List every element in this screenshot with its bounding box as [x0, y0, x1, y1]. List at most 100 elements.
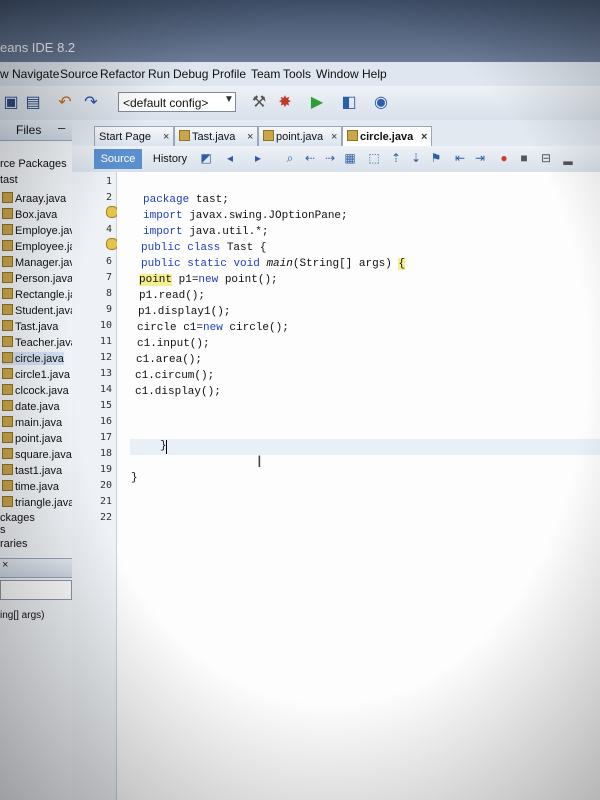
java-file-icon: [2, 432, 13, 443]
tab-circle-java[interactable]: circle.java ×: [342, 126, 432, 146]
tree-file[interactable]: date.java: [2, 400, 60, 413]
menu-refactor[interactable]: Refactor: [100, 67, 145, 81]
toolbar: ▣ ▤ ↶ ↷ <default config> ▼ ⚒ ✸ ▶ ◧ ◉: [0, 86, 600, 121]
next-bookmark-icon[interactable]: ⇣: [408, 150, 424, 166]
code-line: }: [131, 472, 138, 484]
run-icon[interactable]: ▶: [306, 91, 328, 113]
tree-file[interactable]: Person.java: [2, 272, 73, 285]
tree-file[interactable]: triangle.java: [2, 496, 74, 509]
close-icon[interactable]: ×: [247, 127, 253, 147]
back-icon[interactable]: ◂: [222, 150, 238, 166]
toggle-bookmark-icon[interactable]: ⚑: [428, 150, 444, 166]
profile-icon[interactable]: ◉: [370, 91, 392, 113]
navigator-item[interactable]: ing[] args): [0, 610, 44, 621]
history-button[interactable]: History: [144, 149, 196, 169]
menu-navigate[interactable]: Navigate: [12, 67, 59, 81]
uncomment-icon[interactable]: ▂: [560, 150, 576, 166]
menu-help[interactable]: Help: [362, 67, 387, 81]
tree-node[interactable]: s: [0, 524, 6, 536]
close-icon[interactable]: ×: [421, 127, 427, 147]
toggle-highlight-icon[interactable]: ▦: [342, 150, 358, 166]
minimize-icon[interactable]: –: [58, 120, 65, 135]
tree-file[interactable]: square.java: [2, 448, 72, 461]
find-next-icon[interactable]: ⇢: [322, 150, 338, 166]
line-number: 7: [105, 272, 112, 283]
source-button[interactable]: Source: [94, 149, 142, 169]
hammer-icon[interactable]: ⚒: [248, 91, 270, 113]
tree-file[interactable]: clcock.java: [2, 384, 69, 397]
tree-file[interactable]: main.java: [2, 416, 62, 429]
tree-node[interactable]: raries: [0, 538, 28, 550]
tab-point-java[interactable]: point.java ×: [258, 126, 342, 146]
tree-file[interactable]: circle1.java: [2, 368, 70, 381]
configuration-select[interactable]: <default config>: [118, 92, 236, 112]
line-number: 9: [105, 304, 112, 315]
line-number: 19: [99, 464, 112, 475]
menu-source[interactable]: Source: [60, 67, 98, 81]
start-macro-icon[interactable]: ●: [496, 150, 512, 166]
last-edit-icon[interactable]: ◩: [198, 150, 214, 166]
menu-tools[interactable]: Tools: [283, 67, 311, 81]
tree-file-label: circle.java: [15, 353, 64, 365]
tree-file[interactable]: Employe.java: [2, 224, 81, 237]
stop-macro-icon[interactable]: ■: [516, 150, 532, 166]
java-file-icon: [2, 416, 13, 427]
line-number: 1: [105, 176, 112, 187]
previous-bookmark-icon[interactable]: ⇡: [388, 150, 404, 166]
undo-icon[interactable]: ↶: [54, 91, 76, 113]
menu-team[interactable]: Team: [251, 67, 280, 81]
tree-node[interactable]: rce Packages: [0, 158, 67, 170]
rect-select-icon[interactable]: ⬚: [366, 150, 382, 166]
debug-icon[interactable]: ◧: [338, 91, 360, 113]
code-line: point p1=new point();: [139, 274, 278, 286]
code-line: circle c1=new circle();: [137, 322, 289, 334]
code-line: package tast;: [143, 194, 229, 206]
navigator-filter[interactable]: [0, 580, 72, 600]
tree-file-label: triangle.java: [15, 497, 75, 509]
code-line: c1.circum();: [135, 370, 215, 382]
tree-file[interactable]: point.java: [2, 432, 62, 445]
menu-view[interactable]: w: [0, 67, 9, 81]
close-icon[interactable]: ×: [2, 559, 8, 571]
tree-node[interactable]: tast: [0, 174, 18, 186]
tree-file[interactable]: Manager.java: [2, 256, 81, 269]
navigator-header: ×: [0, 558, 72, 578]
java-file-icon: [2, 272, 13, 283]
tree-file[interactable]: time.java: [2, 480, 59, 493]
tree-file[interactable]: Box.java: [2, 208, 57, 221]
tree-file[interactable]: Tast.java: [2, 320, 58, 333]
tree-file[interactable]: Teacher.java: [2, 336, 77, 349]
tab-tast-java[interactable]: Tast.java ×: [174, 126, 258, 146]
chevron-down-icon[interactable]: ▼: [224, 94, 234, 105]
code-editor[interactable]: package tast; import javax.swing.JOption…: [117, 172, 600, 800]
line-number: 8: [105, 288, 112, 299]
code-line: import javax.swing.JOptionPane;: [143, 210, 348, 222]
shift-left-icon[interactable]: ⇤: [452, 150, 468, 166]
editor-toolbar: Source History ◩ ◂ ▸ ⌕ ⇠ ⇢ ▦ ⬚ ⇡ ⇣ ⚑ ⇤ ⇥…: [72, 146, 600, 173]
tree-file[interactable]: Student.java: [2, 304, 76, 317]
save-all-icon[interactable]: ▤: [22, 91, 44, 113]
java-file-icon: [2, 368, 13, 379]
forward-icon[interactable]: ▸: [250, 150, 266, 166]
comment-icon[interactable]: ⊟: [538, 150, 554, 166]
tree-file-label: Araay.java: [15, 193, 67, 205]
new-project-icon[interactable]: ▣: [0, 91, 22, 113]
clean-build-icon[interactable]: ✸: [274, 91, 296, 113]
find-icon[interactable]: ⌕: [282, 150, 298, 166]
menu-window[interactable]: Window: [316, 67, 359, 81]
close-icon[interactable]: ×: [163, 127, 169, 147]
menu-debug[interactable]: Debug: [173, 67, 208, 81]
tree-node[interactable]: ckages: [0, 512, 35, 524]
tree-file[interactable]: Araay.java: [2, 192, 66, 205]
shift-right-icon[interactable]: ⇥: [472, 150, 488, 166]
tab-start-page[interactable]: Start Page ×: [94, 126, 174, 146]
tree-file-selected[interactable]: circle.java: [2, 352, 64, 365]
menu-run[interactable]: Run: [148, 67, 170, 81]
tree-file[interactable]: tast1.java: [2, 464, 62, 477]
find-previous-icon[interactable]: ⇠: [302, 150, 318, 166]
menu-profile[interactable]: Profile: [212, 67, 246, 81]
code-line: p1.read();: [139, 290, 206, 302]
files-tab[interactable]: Files –: [0, 120, 72, 141]
redo-icon[interactable]: ↷: [80, 91, 102, 113]
close-icon[interactable]: ×: [331, 127, 337, 147]
